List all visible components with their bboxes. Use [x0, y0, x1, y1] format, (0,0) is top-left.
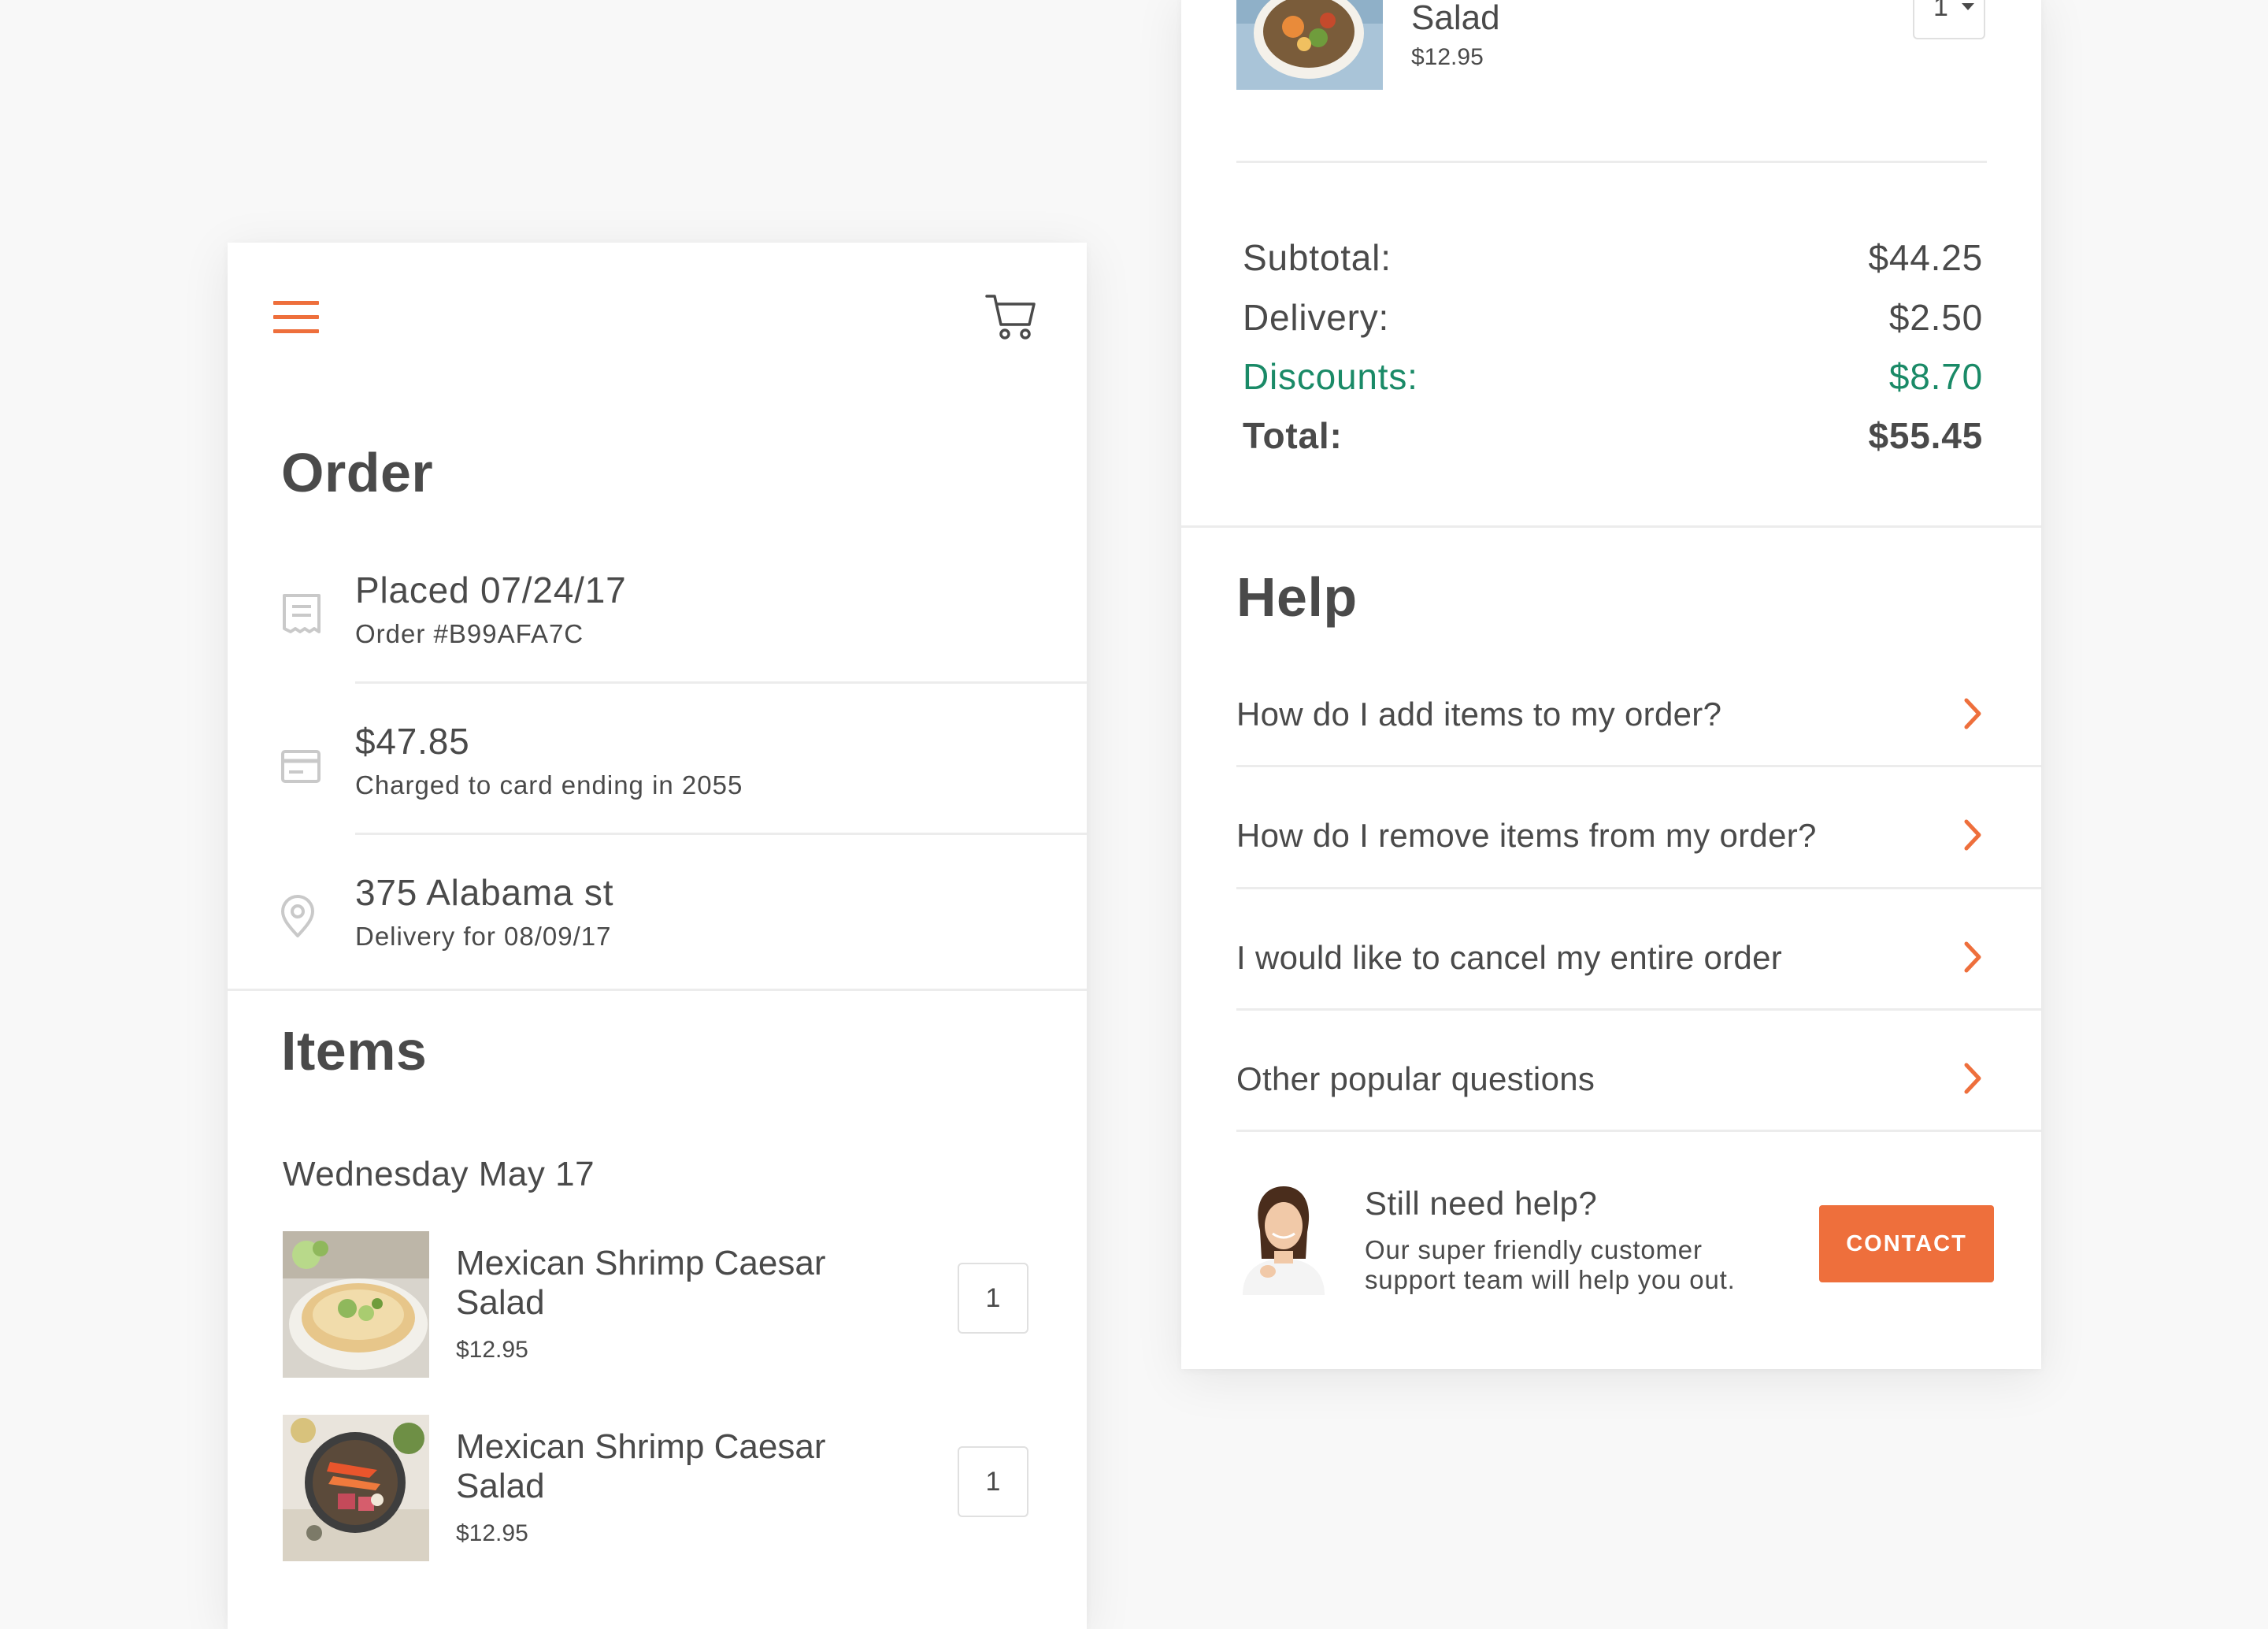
divider: [355, 833, 1087, 835]
amount-charged: $47.85: [355, 721, 470, 762]
chevron-right-icon: [1957, 937, 1988, 977]
items-title: Items: [281, 1020, 428, 1082]
card-info: Charged to card ending in 2055: [355, 770, 743, 800]
help-question-label: How do I add items to my order?: [1236, 696, 1722, 733]
receipt-icon: [280, 592, 324, 636]
quantity-input[interactable]: 1: [958, 1446, 1028, 1517]
chevron-down-icon: [1962, 3, 1974, 10]
help-question-label: I would like to cancel my entire order: [1236, 939, 1783, 976]
item-name: Mexican Shrimp Caesar Salad: [456, 1244, 826, 1322]
delivery-date: Delivery for 08/09/17: [355, 922, 612, 951]
order-summary-card: Salad $12.95 1 Subtotal: $44.25 Delivery…: [1181, 0, 2041, 1369]
list-item: Mexican Shrimp Caesar Salad $12.95 1: [228, 1415, 1087, 1564]
delivery-day-heading: Wednesday May 17: [283, 1155, 595, 1193]
quantity-value: 1: [1933, 0, 1948, 22]
discounts-value: $8.70: [1888, 356, 1983, 397]
chevron-right-icon: [1957, 1059, 1988, 1098]
item-name: Salad: [1411, 0, 1500, 37]
chevron-right-icon: [1957, 815, 1988, 855]
total-label: Total:: [1243, 415, 1343, 456]
divider: [1236, 765, 2041, 767]
help-title: Help: [1236, 566, 1358, 628]
list-item: Mexican Shrimp Caesar Salad $12.95 1: [228, 1231, 1087, 1381]
item-price: $12.95: [456, 1337, 528, 1363]
still-need-help-heading: Still need help?: [1365, 1185, 1598, 1222]
delivery-label: Delivery:: [1243, 297, 1390, 338]
help-question-add-items[interactable]: How do I add items to my order?: [1181, 656, 2041, 777]
total-row: Total: $55.45: [1243, 414, 1983, 462]
hamburger-menu-icon[interactable]: [273, 296, 322, 337]
divider: [1236, 1130, 2041, 1132]
order-placed-date: Placed 07/24/17: [355, 570, 627, 610]
divider: [1236, 1008, 2041, 1011]
support-description: Our super friendly customer support team…: [1365, 1235, 1736, 1294]
divider: [1236, 887, 2041, 889]
quantity-input[interactable]: 1: [958, 1263, 1028, 1334]
help-question-other[interactable]: Other popular questions: [1181, 1021, 2041, 1142]
chevron-right-icon: [1957, 694, 1988, 733]
quantity-select[interactable]: 1: [1913, 0, 1985, 39]
discounts-row: Discounts: $8.70: [1243, 355, 1983, 403]
item-price: $12.95: [1411, 44, 1484, 70]
divider: [355, 681, 1087, 684]
total-value: $55.45: [1868, 415, 1983, 456]
discounts-label: Discounts:: [1243, 356, 1418, 397]
help-question-remove-items[interactable]: How do I remove items from my order?: [1181, 777, 2041, 899]
delivery-fee-row: Delivery: $2.50: [1243, 296, 1983, 343]
help-question-label: How do I remove items from my order?: [1236, 817, 1817, 854]
credit-card-icon: [280, 745, 324, 789]
order-number: Order #B99AFA7C: [355, 619, 584, 648]
section-divider: [1181, 525, 2041, 528]
item-thumbnail: [283, 1231, 429, 1378]
location-pin-icon: [280, 895, 324, 939]
subtotal-label: Subtotal:: [1243, 237, 1392, 278]
delivery-value: $2.50: [1888, 297, 1983, 338]
section-divider: [228, 989, 1087, 991]
support-agent-avatar: [1236, 1183, 1328, 1295]
delivery-address: 375 Alabama st: [355, 872, 614, 913]
order-title: Order: [281, 442, 434, 503]
subtotal-row: Subtotal: $44.25: [1243, 236, 1983, 284]
payment-row: $47.85 Charged to card ending in 2055: [228, 709, 1087, 860]
help-question-label: Other popular questions: [1236, 1060, 1595, 1097]
order-details-card: Order Placed 07/24/17 Order #B99AFA7C $4…: [228, 243, 1087, 1629]
divider: [1236, 161, 1987, 163]
contact-button[interactable]: CONTACT: [1819, 1205, 1994, 1282]
help-question-cancel-order[interactable]: I would like to cancel my entire order: [1181, 900, 2041, 1021]
subtotal-value: $44.25: [1868, 237, 1983, 278]
item-price: $12.95: [456, 1520, 528, 1546]
item-thumbnail: [1236, 0, 1383, 90]
order-placed-row: Placed 07/24/17 Order #B99AFA7C: [228, 558, 1087, 709]
shopping-cart-icon[interactable]: [984, 291, 1039, 343]
item-name: Mexican Shrimp Caesar Salad: [456, 1427, 826, 1505]
item-thumbnail: [283, 1415, 429, 1561]
